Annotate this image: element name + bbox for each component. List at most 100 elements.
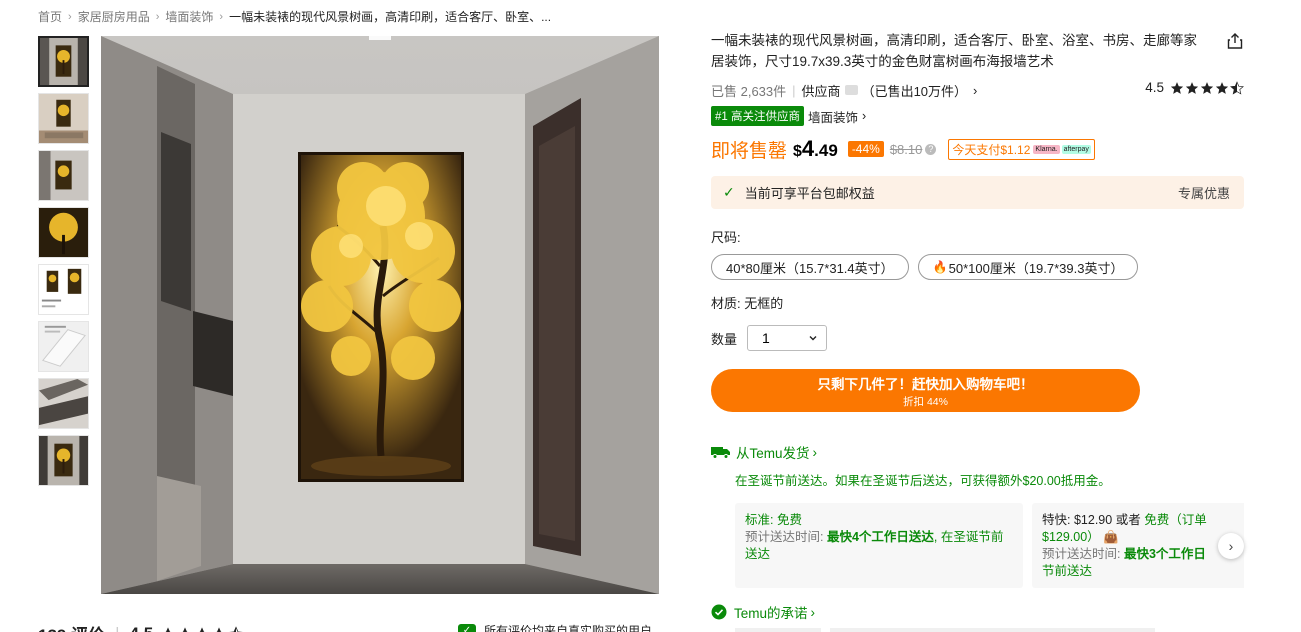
express-free: 免费（订单 bbox=[1144, 513, 1207, 527]
estimated-delivery-label: 预计送达时间: bbox=[1042, 547, 1121, 561]
verified-reviews-text: 所有评价均来自真实购买的用户 bbox=[484, 624, 653, 632]
chevron-right-icon: › bbox=[810, 604, 816, 620]
star-icon bbox=[212, 626, 227, 632]
ship-from-temu[interactable]: 从Temu发货 › bbox=[711, 442, 1244, 462]
size-option-50x100[interactable]: 🔥 50*100厘米（19.7*39.3英寸） bbox=[917, 254, 1139, 280]
breadcrumb-separator-icon: › bbox=[68, 10, 72, 23]
breadcrumb-home-kitchen[interactable]: 家居厨房用品 bbox=[78, 8, 150, 25]
chevron-down-icon bbox=[809, 336, 817, 341]
estimated-delivery-label: 预计送达时间: bbox=[745, 530, 824, 544]
divider: | bbox=[115, 624, 119, 632]
size-options: 40*80厘米（15.7*31.4英寸） 🔥 50*100厘米（19.7*39.3… bbox=[711, 254, 1244, 280]
star-icon bbox=[161, 626, 176, 632]
thumbnail-image[interactable] bbox=[38, 378, 89, 429]
breadcrumb-current: 一幅未装裱的现代风景树画，高清印刷，适合客厅、卧室、... bbox=[229, 10, 552, 24]
thumbnail-image[interactable] bbox=[38, 207, 89, 258]
half-star-icon bbox=[1230, 80, 1244, 95]
temu-promise-label: Temu的承诺 bbox=[734, 606, 808, 621]
sold-count: 已售 2,633件 bbox=[711, 83, 787, 99]
breadcrumb: 首页 › 家居厨房用品 › 墙面装饰 › 一幅未装裱的现代风景树画，高清印刷，适… bbox=[38, 8, 551, 25]
star-icon bbox=[1200, 81, 1214, 94]
exclusive-offer-link[interactable]: 专属优惠 bbox=[1178, 183, 1230, 202]
truck-icon bbox=[711, 447, 730, 459]
size-label: 尺码: bbox=[711, 230, 741, 245]
almost-sold-out-label: 即将售罄 bbox=[711, 140, 788, 162]
express-price: $12.90 bbox=[1073, 513, 1113, 527]
estimated-delivery-value: 最快4个工作日送达 bbox=[826, 530, 934, 544]
temu-promise-link[interactable]: Temu的承诺 › bbox=[711, 602, 815, 622]
estimated-delivery-value: 最快3个工作日 bbox=[1123, 547, 1206, 561]
breadcrumb-separator-icon: › bbox=[155, 10, 160, 23]
chevron-right-icon[interactable]: › bbox=[862, 109, 866, 123]
add-to-cart-label: 只剩下几件了！赶快加入购物车吧！ bbox=[817, 376, 1034, 392]
divider: | bbox=[792, 82, 796, 98]
afterpay-logo: afterpay bbox=[1061, 144, 1091, 154]
supplier-sold-count: （已售出10万件） bbox=[861, 83, 968, 99]
current-price: $4.49 bbox=[793, 136, 838, 161]
rating-value: 4.5 bbox=[1145, 80, 1164, 95]
material-label: 材质: bbox=[711, 296, 741, 311]
shipping-options: 标准: 免费 预计送达时间: 最快4个工作日送达, 在圣诞节前送达 特快: $1… bbox=[735, 503, 1244, 588]
thumbnail-gallery bbox=[38, 36, 89, 492]
sales-supplier-row: 已售 2,633件 | 供应商 （已售出10万件） › 4.5 bbox=[711, 80, 1244, 100]
discount-badge: -44% bbox=[847, 141, 884, 157]
shield-check-icon bbox=[711, 604, 727, 620]
quantity-row: 数量 1 bbox=[711, 325, 1244, 351]
product-rating[interactable]: 4.5 bbox=[1145, 80, 1244, 95]
supplier-link[interactable]: 供应商 bbox=[802, 81, 841, 100]
bag-icon: 👜 bbox=[1103, 530, 1119, 544]
check-icon: ✓ bbox=[723, 184, 735, 200]
fire-icon: 🔥 bbox=[932, 260, 948, 274]
add-to-cart-button[interactable]: 只剩下几件了！赶快加入购物车吧！ 折扣 44% bbox=[711, 369, 1140, 412]
breadcrumb-separator-icon: › bbox=[219, 10, 224, 23]
breadcrumb-wall-decor[interactable]: 墙面装饰 bbox=[165, 8, 213, 25]
size-option-40x80[interactable]: 40*80厘米（15.7*31.4英寸） bbox=[711, 254, 909, 280]
product-info-panel: 一幅未装裱的现代风景树画，高清印刷，适合客厅、卧室、浴室、书房、走廊等家居装饰，… bbox=[711, 30, 1244, 489]
thumbnail-image[interactable] bbox=[38, 36, 89, 87]
badge-row: #1 高关注供应商 墙面装饰 › bbox=[711, 106, 1244, 126]
promise-cards bbox=[735, 628, 1155, 632]
share-icon[interactable] bbox=[1226, 32, 1244, 50]
express-shipping-card[interactable]: 特快: $12.90 或者 免费（订单 $129.00） 👜 预计送达时间: 最… bbox=[1032, 503, 1244, 588]
main-product-image[interactable] bbox=[101, 36, 659, 594]
quantity-select[interactable]: 1 bbox=[747, 325, 828, 351]
reviews-header: 139 评价 | 4.5 bbox=[38, 621, 245, 632]
quantity-value: 1 bbox=[762, 330, 770, 346]
review-count[interactable]: 139 评价 bbox=[38, 621, 105, 632]
star-icon bbox=[1215, 81, 1229, 94]
review-stars bbox=[159, 625, 245, 632]
shipping-next-button[interactable]: › bbox=[1218, 533, 1244, 559]
supplier-badge-icon bbox=[844, 85, 858, 95]
free-shipping-banner[interactable]: ✓ 当前可享平台包邮权益 专属优惠 bbox=[711, 176, 1244, 209]
standard-shipping-card[interactable]: 标准: 免费 预计送达时间: 最快4个工作日送达, 在圣诞节前送达 bbox=[735, 503, 1023, 588]
add-to-cart-discount: 折扣 44% bbox=[903, 395, 948, 408]
thumbnail-image[interactable] bbox=[38, 321, 89, 372]
express-label: 特快: bbox=[1042, 513, 1071, 527]
original-price: $8.10 bbox=[889, 141, 923, 157]
half-star-icon bbox=[228, 625, 245, 632]
pay-today-badge[interactable]: 今天支付$1.12 Klarna. afterpay bbox=[948, 138, 1095, 160]
thumbnail-image[interactable] bbox=[38, 93, 89, 144]
breadcrumb-home[interactable]: 首页 bbox=[38, 8, 62, 25]
chevron-right-icon[interactable]: › bbox=[973, 83, 977, 98]
star-icon bbox=[178, 626, 193, 632]
verified-icon: ✓ bbox=[458, 623, 476, 632]
rating-stars bbox=[1169, 80, 1244, 95]
ship-from-label: 从Temu发货 bbox=[736, 446, 810, 461]
product-title: 一幅未装裱的现代风景树画，高清印刷，适合客厅、卧室、浴室、书房、走廊等家居装饰，… bbox=[711, 33, 1197, 69]
standard-shipping-label: 标准: 免费 bbox=[745, 513, 802, 527]
thumbnail-image[interactable] bbox=[38, 435, 89, 486]
quantity-label: 数量 bbox=[711, 331, 738, 347]
review-rating: 4.5 bbox=[130, 624, 154, 632]
christmas-delivery-note: 在圣诞节前送达。如果在圣诞节后送达，可获得额外$20.00抵用金。 bbox=[735, 474, 1111, 488]
price-row: 即将售罄 $4.49 -44% $8.10 ? 今天支付$1.12 Klarna… bbox=[711, 136, 1244, 162]
top-supplier-badge: #1 高关注供应商 bbox=[711, 106, 804, 126]
info-icon[interactable]: ? bbox=[925, 143, 937, 155]
thumbnail-image[interactable] bbox=[38, 264, 89, 315]
free-shipping-text: 当前可享平台包邮权益 bbox=[744, 186, 875, 201]
category-link[interactable]: 墙面装饰 bbox=[808, 107, 858, 126]
material-row: 材质: 无框的 bbox=[711, 293, 1244, 312]
express-threshold: $129.00） 👜 bbox=[1042, 530, 1119, 544]
thumbnail-image[interactable] bbox=[38, 150, 89, 201]
material-value: 无框的 bbox=[744, 296, 784, 311]
